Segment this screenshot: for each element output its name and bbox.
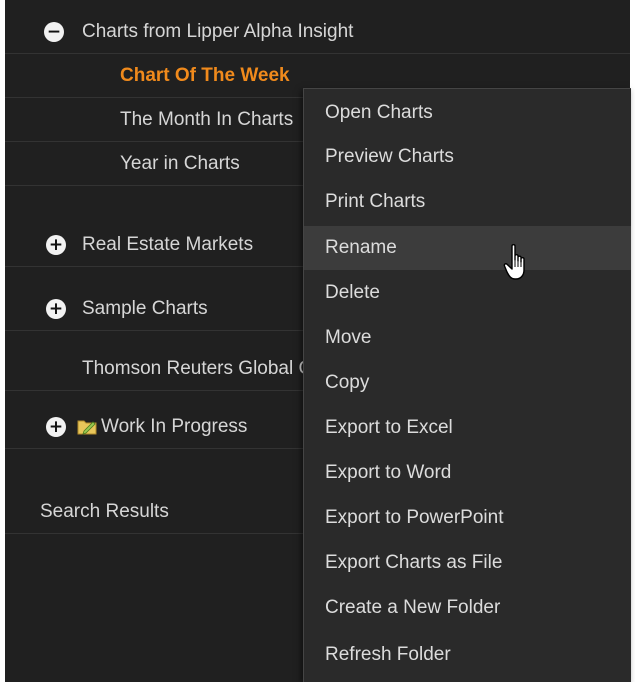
- tree-item-label: Sample Charts: [82, 298, 208, 319]
- tree-item-label: Chart Of The Week: [120, 65, 290, 86]
- menu-item-preview-charts[interactable]: Preview Charts: [304, 135, 631, 179]
- menu-item-refresh-folder[interactable]: Refresh Folder: [304, 633, 631, 677]
- menu-item-export-to-excel[interactable]: Export to Excel: [304, 406, 631, 450]
- menu-item-move[interactable]: Move: [304, 316, 631, 360]
- menu-item-copy[interactable]: Copy: [304, 361, 631, 405]
- expand-icon[interactable]: +: [46, 299, 66, 319]
- tree-item-label: Charts from Lipper Alpha Insight: [82, 21, 354, 42]
- collapse-icon[interactable]: −: [44, 22, 64, 42]
- expand-icon[interactable]: +: [46, 417, 66, 437]
- tree-item-label: Real Estate Markets: [82, 234, 254, 255]
- tree-item-label: Work In Progress: [101, 416, 248, 437]
- menu-item-delete[interactable]: Delete: [304, 271, 631, 315]
- tree-item-label: The Month In Charts: [120, 109, 294, 130]
- menu-item-export-charts-as-file[interactable]: Export Charts as File: [304, 541, 631, 585]
- menu-item-export-to-powerpoint[interactable]: Export to PowerPoint: [304, 496, 631, 540]
- menu-item-open-charts[interactable]: Open Charts: [304, 91, 631, 135]
- menu-item-print-charts[interactable]: Print Charts: [304, 180, 631, 224]
- expand-icon[interactable]: +: [46, 235, 66, 255]
- menu-item-rename[interactable]: Rename: [304, 226, 631, 270]
- tree-item-label: Search Results: [40, 501, 169, 522]
- tree-item-label: Year in Charts: [120, 153, 240, 174]
- tree-item-charts-from-lipper[interactable]: − Charts from Lipper Alpha Insight: [5, 10, 630, 54]
- folder-edit-icon: [77, 420, 97, 435]
- menu-item-create-new-folder[interactable]: Create a New Folder: [304, 586, 631, 630]
- context-menu: Open Charts Preview Charts Print Charts …: [303, 88, 631, 682]
- menu-item-export-to-word[interactable]: Export to Word: [304, 451, 631, 495]
- hand-pointer-icon: [503, 244, 525, 280]
